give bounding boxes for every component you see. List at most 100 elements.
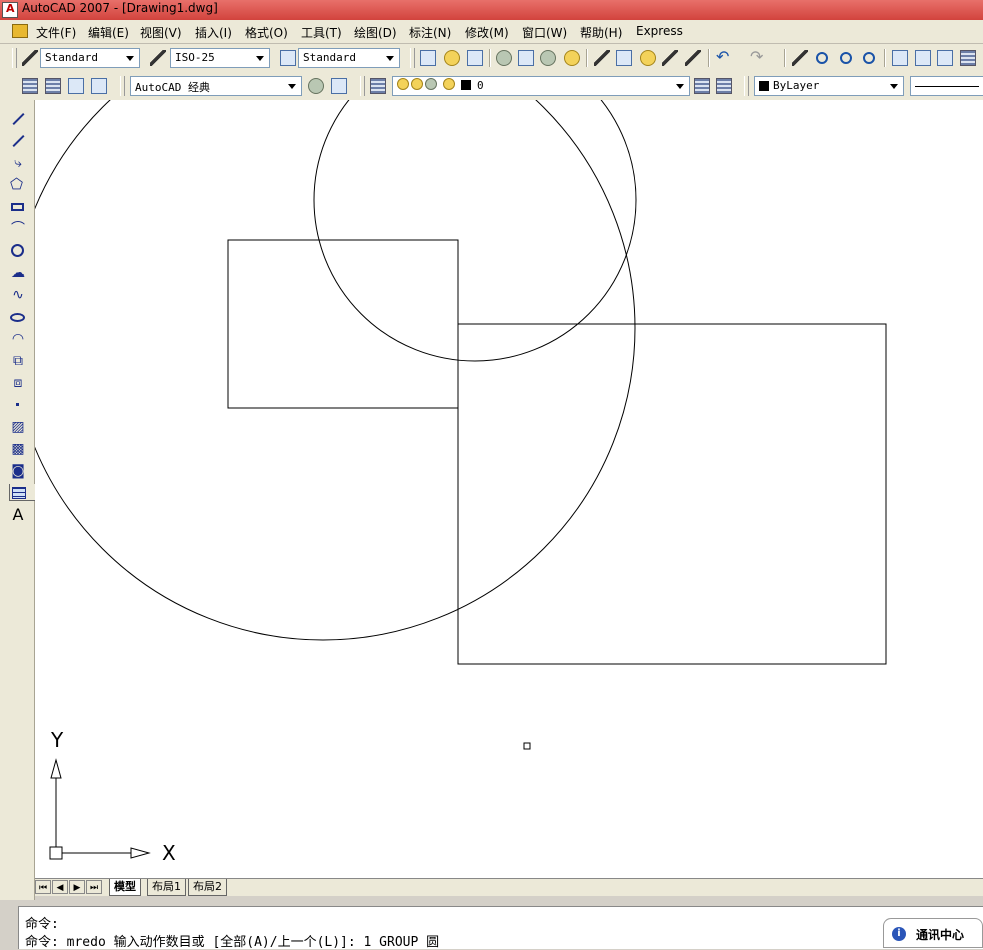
insert-block-icon[interactable]: ⧉ [9,352,27,370]
menu-edit[interactable]: 编辑(E) [88,24,129,41]
layer-previous-icon[interactable] [716,78,732,94]
properties-icon[interactable] [892,50,908,66]
rectangle-icon[interactable] [9,198,27,216]
copy-icon[interactable] [616,50,632,66]
linetype-select[interactable] [910,76,983,96]
workspace-save-icon[interactable] [331,78,347,94]
make-layer-current-icon[interactable] [694,78,710,94]
tab-layout2[interactable]: 布局2 [188,879,227,896]
menu-insert[interactable]: 插入(I) [195,24,232,41]
table-icon[interactable] [9,484,37,501]
workspace-icon[interactable] [91,78,107,94]
circle-icon[interactable] [9,242,27,260]
region-icon[interactable]: ◙ [9,462,27,480]
workspace-icon[interactable] [22,78,38,94]
large-circle[interactable] [35,100,636,641]
point-icon[interactable] [9,396,27,414]
document-icon[interactable] [12,24,28,38]
workspace-icon[interactable] [68,78,84,94]
undo-icon[interactable]: ↶ [716,49,732,66]
toolbar-grip[interactable] [410,48,415,68]
polyline-icon[interactable]: ⤷ [9,154,27,172]
gradient-icon[interactable]: ▩ [9,440,27,458]
large-rectangle[interactable] [457,323,887,665]
redo-icon[interactable]: ↷ [750,49,766,66]
spline-icon[interactable]: ∿ [9,286,27,304]
dim-style-icon[interactable] [150,50,166,66]
workspace-icon[interactable] [45,78,61,94]
open-file-icon[interactable] [444,50,460,66]
arc-icon[interactable]: ⌒ [9,220,27,238]
menu-view[interactable]: 视图(V) [140,24,182,41]
pan-icon[interactable] [792,50,808,66]
chevron-down-icon[interactable] [887,79,901,93]
cut-icon[interactable] [594,50,610,66]
text-style-icon[interactable] [22,50,38,66]
menu-tools[interactable]: 工具(T) [301,24,342,41]
prev-tab-button[interactable]: ◀ [52,880,68,894]
toolbar-grip[interactable] [120,76,125,96]
color-select[interactable]: ByLayer [754,76,904,96]
chevron-down-icon[interactable] [285,79,299,93]
zoom-window-icon[interactable] [840,52,852,64]
revision-cloud-icon[interactable]: ☁ [9,264,27,282]
small-circle[interactable] [313,100,637,362]
toolbar-grip[interactable] [744,76,749,96]
last-tab-button[interactable]: ⏭ [86,880,102,894]
menu-draw[interactable]: 绘图(D) [354,24,397,41]
tab-layout1[interactable]: 布局1 [147,879,186,896]
paste-icon[interactable] [640,50,656,66]
command-line[interactable]: 命令: 命令: mredo 输入动作数目或 [全部(A)/上一个(L)]: 1 … [18,906,983,950]
menu-file[interactable]: 文件(F) [36,24,76,41]
print-icon[interactable] [496,50,512,66]
publish-icon[interactable] [540,50,556,66]
tool-palettes-icon[interactable] [937,50,953,66]
new-file-icon[interactable] [420,50,436,66]
next-tab-button[interactable]: ▶ [69,880,85,894]
print-preview-icon[interactable] [518,50,534,66]
tab-model[interactable]: 模型 [109,879,141,896]
table-style-select[interactable]: Standard [298,48,400,68]
chevron-down-icon[interactable] [253,51,267,65]
communication-center[interactable]: i 通讯中心 [883,918,983,948]
line-tool-icon[interactable] [9,110,27,128]
design-center-icon[interactable] [915,50,931,66]
match-properties-icon[interactable] [662,50,678,66]
workspace-settings-icon[interactable] [308,78,324,94]
layer-freeze-icon[interactable] [411,78,423,90]
construction-line-icon[interactable] [9,132,27,150]
sheet-set-icon[interactable] [960,50,976,66]
layer-plot-icon[interactable] [443,78,455,90]
polygon-icon[interactable] [9,175,27,194]
hatch-icon[interactable]: ▨ [9,418,27,436]
multiline-text-icon[interactable]: A [9,506,27,524]
3d-dwf-icon[interactable] [564,50,580,66]
zoom-previous-icon[interactable] [863,52,875,64]
make-block-icon[interactable]: ⧈ [9,374,27,392]
menu-express[interactable]: Express [636,24,683,38]
workspace-select[interactable]: AutoCAD 经典 [130,76,302,96]
block-editor-icon[interactable] [685,50,701,66]
menu-modify[interactable]: 修改(M) [465,24,509,41]
layer-manager-icon[interactable] [370,78,386,94]
text-style-select[interactable]: Standard [40,48,140,68]
layer-lock-icon[interactable] [425,78,437,90]
dim-style-select[interactable]: ISO-25 [170,48,270,68]
save-icon[interactable] [467,50,483,66]
chevron-down-icon[interactable] [123,51,137,65]
first-tab-button[interactable]: ⏮ [35,880,51,894]
layer-on-icon[interactable] [397,78,409,90]
drawing-canvas[interactable]: Y X [35,100,983,878]
toolbar-grip[interactable] [360,76,365,96]
menu-dimension[interactable]: 标注(N) [409,24,451,41]
small-rectangle[interactable] [227,239,459,409]
menu-help[interactable]: 帮助(H) [580,24,622,41]
layer-select[interactable]: 0 [392,76,690,96]
table-style-icon[interactable] [280,50,296,66]
toolbar-grip[interactable] [12,48,17,68]
menu-window[interactable]: 窗口(W) [522,24,567,41]
drawing-geometry[interactable] [35,100,983,878]
ellipse-icon[interactable] [9,308,27,326]
zoom-realtime-icon[interactable] [816,52,828,64]
menu-format[interactable]: 格式(O) [245,24,288,41]
